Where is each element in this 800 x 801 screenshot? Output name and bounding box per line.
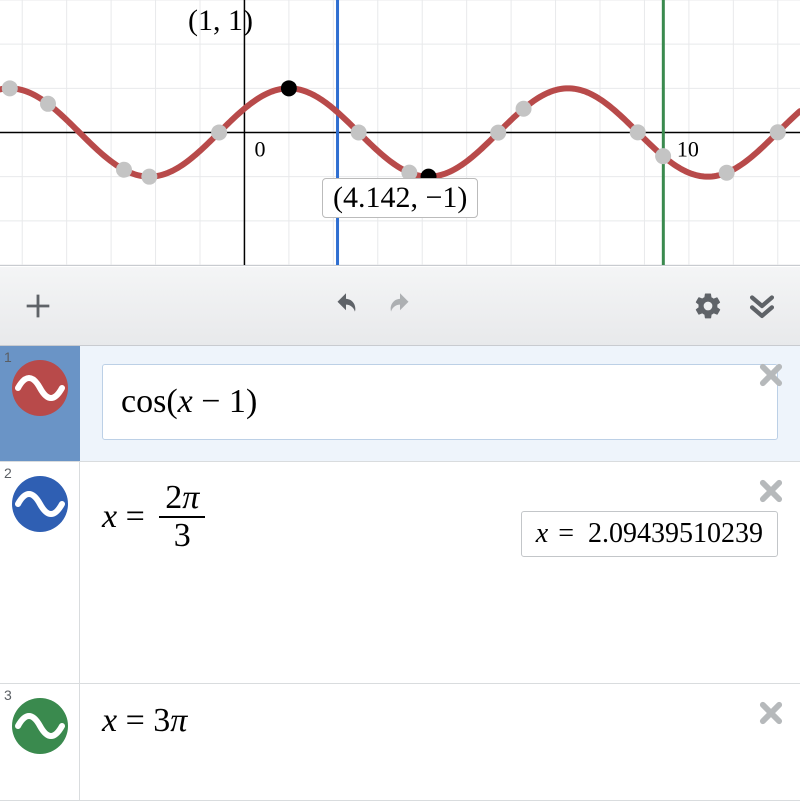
row-index: 3 xyxy=(4,687,12,703)
expression-list: 1 cos(x − 1) 2 x = 2π3 xyxy=(0,346,800,801)
svg-text:0: 0 xyxy=(254,137,265,162)
graph-pane[interactable]: 0 10 (1, 1) (4.142, −1) xyxy=(0,0,800,266)
collapse-button[interactable] xyxy=(742,286,782,326)
undo-button[interactable] xyxy=(326,286,366,326)
result-value: x=2.09439510239 xyxy=(521,511,778,557)
delete-row-button[interactable] xyxy=(754,358,788,392)
expression-toolbar xyxy=(0,266,800,346)
point-label-bottom: (4.142, −1) xyxy=(322,178,478,218)
svg-text:10: 10 xyxy=(677,137,699,162)
row-icon-col[interactable] xyxy=(0,462,80,683)
row-icon-col[interactable] xyxy=(0,684,80,800)
wave-icon[interactable] xyxy=(12,476,68,532)
settings-button[interactable] xyxy=(688,286,728,326)
row-icon-col[interactable] xyxy=(0,346,80,461)
expression-row-1[interactable]: 1 cos(x − 1) xyxy=(0,346,800,462)
row-index: 1 xyxy=(4,349,12,365)
plot-svg[interactable]: 0 10 xyxy=(0,0,800,265)
expression-text[interactable]: x = 3π xyxy=(102,702,187,740)
expression-text[interactable]: x = 2π3 xyxy=(102,480,211,553)
expression-row-2[interactable]: 2 x = 2π3 x=2.09439510239 xyxy=(0,462,800,684)
row-index: 2 xyxy=(4,465,12,481)
delete-row-button[interactable] xyxy=(754,696,788,730)
expression-text[interactable]: cos(x − 1) xyxy=(121,383,257,421)
expression-row-3[interactable]: 3 x = 3π xyxy=(0,684,800,801)
add-expression-button[interactable] xyxy=(18,286,58,326)
redo-button[interactable] xyxy=(380,286,420,326)
wave-icon[interactable] xyxy=(12,698,68,754)
point-label-top: (1, 1) xyxy=(178,2,263,40)
wave-icon[interactable] xyxy=(12,360,68,416)
delete-row-button[interactable] xyxy=(754,474,788,508)
